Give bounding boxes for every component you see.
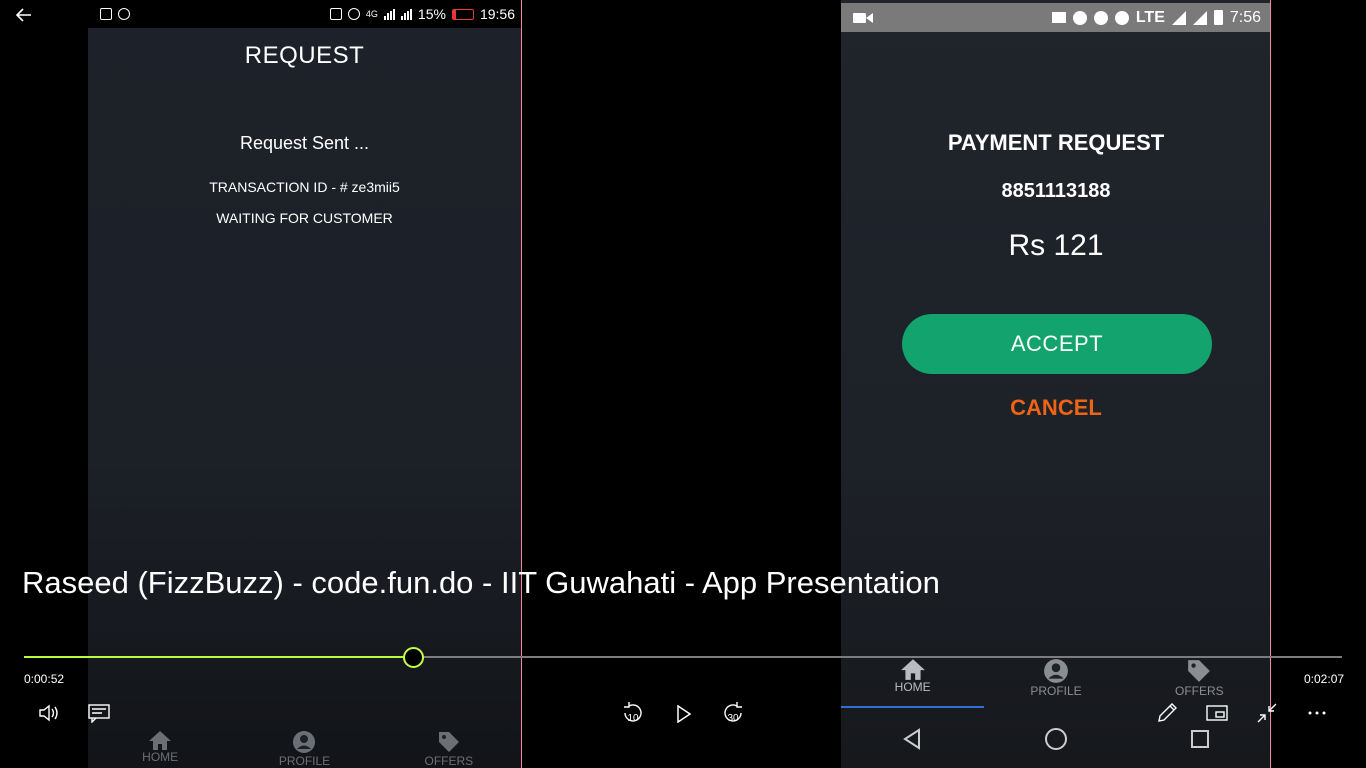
nav-profile-label: PROFILE bbox=[1030, 684, 1082, 698]
captions-icon bbox=[88, 704, 110, 723]
battery-percent: 15% bbox=[417, 6, 446, 22]
forward-label: 30 bbox=[727, 713, 739, 724]
alarm-icon bbox=[1093, 10, 1108, 25]
payer-phone-number: 8851113188 bbox=[1001, 180, 1111, 202]
status-time: 7:56 bbox=[1229, 8, 1261, 26]
back-button[interactable] bbox=[12, 4, 36, 26]
nav-home[interactable]: HOME bbox=[88, 730, 232, 768]
payment-request-title: PAYMENT REQUEST bbox=[947, 130, 1165, 155]
exit-fullscreen-icon bbox=[1257, 703, 1277, 723]
nav-offers[interactable]: OFFERS bbox=[377, 730, 521, 768]
recents-square-icon[interactable] bbox=[1189, 728, 1211, 750]
nav-offers-label: OFFERS bbox=[424, 754, 474, 768]
pen-button[interactable] bbox=[1154, 700, 1180, 726]
battery-icon bbox=[1213, 10, 1223, 25]
pen-icon bbox=[1158, 703, 1177, 722]
do-not-disturb-icon bbox=[1072, 10, 1087, 25]
time-elapsed: 0:00:52 bbox=[24, 672, 65, 686]
messenger-icon bbox=[118, 8, 130, 20]
page-title: REQUEST bbox=[244, 42, 365, 69]
signal-icon-2 bbox=[1192, 10, 1207, 25]
home-icon bbox=[900, 659, 925, 680]
more-button[interactable] bbox=[1304, 700, 1330, 726]
network-label: LTE bbox=[1135, 8, 1165, 26]
battery-icon bbox=[451, 8, 474, 20]
network-label: 4G bbox=[365, 9, 378, 19]
captions-button[interactable] bbox=[86, 700, 112, 726]
rewind-button[interactable]: 10 bbox=[618, 698, 648, 728]
right-phone-screen bbox=[841, 0, 1271, 768]
volume-button[interactable] bbox=[36, 700, 62, 726]
arrow-left-icon bbox=[16, 8, 31, 22]
nav-home-label: HOME bbox=[142, 750, 179, 764]
time-total: 0:02:07 bbox=[1304, 672, 1345, 686]
play-button[interactable] bbox=[670, 700, 698, 728]
waiting-status: WAITING FOR CUSTOMER bbox=[216, 210, 393, 226]
status-time: 19:56 bbox=[479, 6, 515, 22]
wifi-calling-icon bbox=[1114, 10, 1129, 25]
tag-icon bbox=[1188, 660, 1211, 682]
cancel-button[interactable]: CANCEL bbox=[841, 395, 1271, 421]
mini-view-button[interactable] bbox=[1204, 700, 1230, 726]
left-divider bbox=[521, 0, 522, 768]
right-status-bar: LTE 7:56 bbox=[841, 3, 1271, 32]
profile-icon bbox=[1044, 659, 1068, 683]
seek-thumb[interactable] bbox=[403, 647, 424, 668]
home-icon bbox=[149, 731, 172, 750]
alarm-icon bbox=[347, 8, 360, 20]
signal-icon bbox=[1171, 10, 1186, 25]
nav-profile[interactable]: PROFILE bbox=[232, 730, 376, 768]
nav-profile[interactable]: PROFILE bbox=[984, 658, 1127, 708]
left-bottom-nav: HOME PROFILE OFFERS bbox=[88, 730, 521, 768]
right-divider bbox=[1270, 0, 1271, 768]
mini-view-icon bbox=[1206, 705, 1228, 721]
nav-offers-label: OFFERS bbox=[1174, 684, 1224, 698]
signal-icon bbox=[383, 8, 395, 20]
signal-icon-2 bbox=[400, 8, 412, 20]
seek-progress bbox=[24, 656, 413, 658]
nav-profile-label: PROFILE bbox=[278, 754, 331, 768]
forward-button[interactable]: 30 bbox=[718, 698, 748, 728]
nav-offers[interactable]: OFFERS bbox=[1128, 658, 1271, 708]
home-circle-icon[interactable] bbox=[1044, 727, 1068, 751]
exit-fullscreen-button[interactable] bbox=[1254, 700, 1280, 726]
play-icon bbox=[677, 705, 692, 723]
more-icon bbox=[1308, 711, 1326, 715]
cast-icon bbox=[1051, 12, 1066, 23]
transaction-id: TRANSACTION ID - # ze3mii5 bbox=[209, 179, 400, 195]
video-title: Raseed (FizzBuzz) - code.fun.do - IIT Gu… bbox=[22, 565, 940, 600]
forward-30-icon: 30 bbox=[724, 702, 742, 724]
video-camera-icon bbox=[853, 12, 873, 23]
nav-home[interactable]: HOME bbox=[841, 658, 985, 708]
rewind-10-icon: 10 bbox=[624, 702, 642, 724]
volume-icon bbox=[39, 704, 58, 722]
notification-icon bbox=[100, 8, 112, 20]
rewind-label: 10 bbox=[627, 713, 639, 724]
accept-button[interactable]: ACCEPT bbox=[902, 314, 1212, 374]
cast-icon bbox=[329, 8, 342, 20]
profile-icon bbox=[293, 731, 316, 753]
left-phone-screen bbox=[88, 0, 521, 768]
payment-amount: Rs 121 bbox=[1008, 229, 1104, 262]
left-status-bar: 4G 15% 19:56 bbox=[88, 0, 521, 28]
nav-home-label: HOME bbox=[894, 680, 931, 694]
tag-icon bbox=[438, 732, 459, 752]
back-triangle-icon[interactable] bbox=[901, 728, 923, 750]
request-sent-text: Request Sent ... bbox=[239, 133, 370, 153]
